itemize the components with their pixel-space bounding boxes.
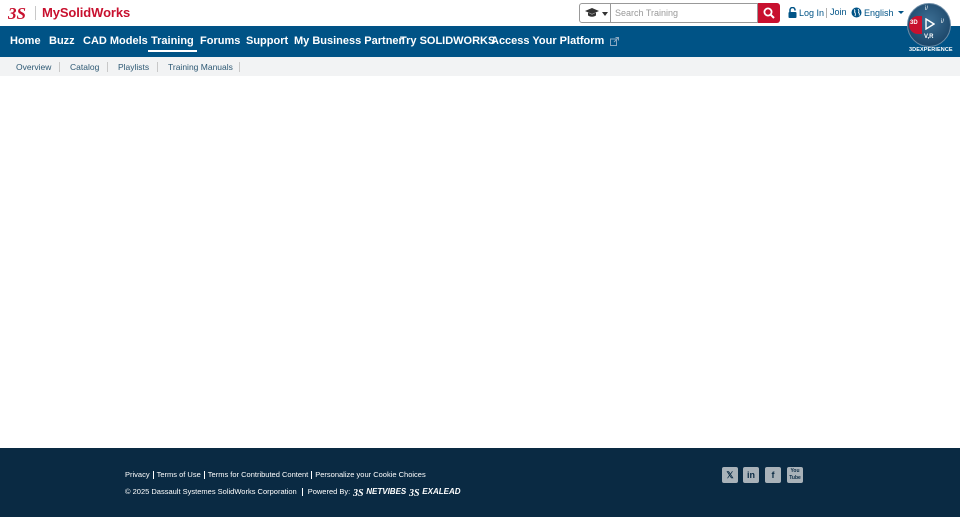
youtube-icon[interactable]: You Tube xyxy=(787,467,803,483)
facebook-icon[interactable]: f xyxy=(765,467,781,483)
footer-copyright-row: © 2025 Dassault Systemes SolidWorks Corp… xyxy=(125,486,461,497)
exalead-logo[interactable]: 3S EXALEAD xyxy=(409,486,460,497)
lock-icon xyxy=(788,7,797,18)
svg-text:3S: 3S xyxy=(353,488,364,497)
nav-forums[interactable]: Forums xyxy=(200,35,240,47)
footer-link-terms-of-use[interactable]: Terms of Use xyxy=(157,470,201,479)
nav-try-solidworks[interactable]: Try SOLIDWORKS xyxy=(400,35,495,47)
ds-logo-icon: 3S xyxy=(353,488,364,497)
header-divider xyxy=(826,8,827,18)
chevron-down-icon xyxy=(897,11,904,14)
subnav-catalog[interactable]: Catalog xyxy=(70,62,99,72)
login-link[interactable]: Log In xyxy=(788,7,824,18)
language-label: English xyxy=(864,7,894,18)
subnav-divider xyxy=(107,62,108,72)
linkedin-icon[interactable]: in xyxy=(743,467,759,483)
main-content xyxy=(0,76,960,448)
subnav-divider xyxy=(239,62,240,72)
logo-divider xyxy=(35,6,36,20)
footer-divider xyxy=(301,487,303,496)
footer-links: Privacy Terms of Use Terms for Contributed… xyxy=(125,470,426,480)
nav-cad-models[interactable]: CAD Models xyxy=(83,35,148,47)
compass-top-label: i/ xyxy=(925,6,928,12)
compass-right-label: i/ xyxy=(941,19,944,25)
ds-logo-icon: 3S xyxy=(409,488,420,497)
exalead-label: EXALEAD xyxy=(422,487,461,496)
page-footer: Privacy Terms of Use Terms for Contributed… xyxy=(0,448,960,517)
brand-name[interactable]: MySolidWorks xyxy=(42,5,130,20)
3dexperience-label: 3DEXPERIENCE xyxy=(909,47,953,53)
top-header: 3S MySolidWorks Log In Join English xyxy=(0,0,960,26)
search-input[interactable] xyxy=(611,3,758,23)
main-nav: Home Buzz CAD Models Training Forums Sup… xyxy=(0,26,960,57)
footer-divider xyxy=(152,471,154,480)
compass-bottom-label: V,R xyxy=(924,34,934,40)
footer-link-terms-contributed-content[interactable]: Terms for Contributed Content xyxy=(208,470,308,479)
globe-icon xyxy=(851,7,862,18)
chevron-down-icon xyxy=(602,12,608,16)
language-selector[interactable]: English xyxy=(851,7,904,18)
nav-buzz[interactable]: Buzz xyxy=(49,35,75,47)
graduation-cap-icon xyxy=(585,8,599,17)
ds-logo-icon[interactable]: 3S xyxy=(8,3,32,23)
footer-divider xyxy=(203,471,205,480)
netvibes-label: NETVIBES xyxy=(366,487,407,496)
compass-3d-label: 3D xyxy=(910,20,918,26)
subnav-training-manuals[interactable]: Training Manuals xyxy=(168,62,233,72)
play-icon xyxy=(925,18,935,30)
search-button[interactable] xyxy=(758,3,780,23)
nav-my-business-partner[interactable]: My Business Partner xyxy=(294,35,403,47)
x-icon[interactable]: 𝕏 xyxy=(722,467,738,483)
footer-divider xyxy=(311,471,313,480)
join-link[interactable]: Join xyxy=(830,7,847,17)
svg-text:3S: 3S xyxy=(8,4,26,23)
copyright-text: © 2025 Dassault Systemes SolidWorks Corp… xyxy=(125,487,297,496)
subnav-playlists[interactable]: Playlists xyxy=(118,62,149,72)
login-label: Log In xyxy=(799,7,825,18)
nav-home[interactable]: Home xyxy=(10,35,41,47)
subnav-divider xyxy=(157,62,158,72)
footer-link-privacy[interactable]: Privacy xyxy=(125,470,150,479)
netvibes-logo[interactable]: 3S NETVIBES xyxy=(353,486,406,497)
nav-access-your-platform-label: Access Your Platform xyxy=(491,35,605,47)
subnav-divider xyxy=(59,62,60,72)
search-scope-dropdown[interactable] xyxy=(579,3,611,23)
training-subnav: Overview Catalog Playlists Training Manu… xyxy=(0,57,960,76)
external-link-icon xyxy=(610,36,620,46)
subnav-overview[interactable]: Overview xyxy=(16,62,51,72)
powered-by-label: Powered By: xyxy=(307,487,351,496)
nav-access-your-platform[interactable]: Access Your Platform xyxy=(491,35,620,47)
nav-support[interactable]: Support xyxy=(246,35,288,47)
search-icon xyxy=(763,7,775,19)
nav-training[interactable]: Training xyxy=(148,35,197,52)
footer-link-cookie-choices[interactable]: Personalize your Cookie Choices xyxy=(315,470,425,479)
svg-text:3S: 3S xyxy=(409,488,420,497)
